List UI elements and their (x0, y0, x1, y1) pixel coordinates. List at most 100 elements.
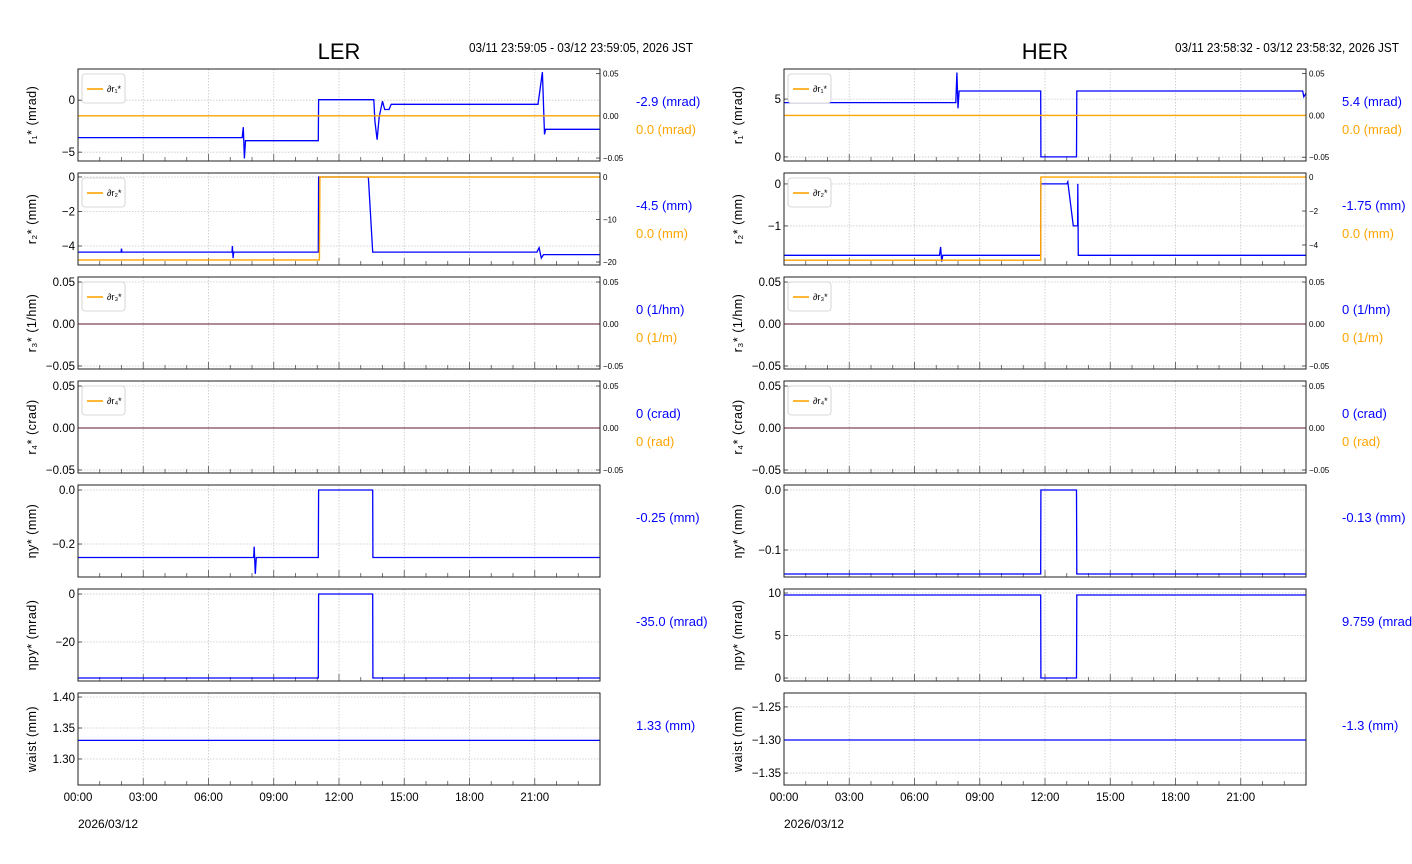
legend: ∂r₁* (81, 73, 126, 104)
ler-chart: LER 03/11 23:59:05 - 03/12 23:59:05, 2026… (25, 39, 708, 831)
legend: ∂r₄* (787, 385, 832, 416)
x-tick-label: 03:00 (129, 792, 158, 804)
panel-r3: 0.05 0.00 −0.05 0.05 0.00 −0.05 ∂r₃* r₃* (1/hm)… (731, 276, 1390, 373)
right-y-tick-label: −10 (603, 216, 617, 225)
y-tick-label: 0 (775, 152, 781, 164)
y-axis-label: ηpy* (mrad) (25, 600, 39, 671)
current-value-readout: 0 (1/m) (1342, 330, 1383, 345)
x-tick-label: 18:00 (455, 792, 484, 804)
current-value-readout: -0.13 (mm) (1342, 510, 1406, 525)
right-y-tick-label: −0.05 (603, 466, 624, 475)
right-y-tick-label: 0.00 (1309, 424, 1325, 433)
panel-eta_py: 10 5 0 ηpy* (mrad) 9.759 (mrad) (731, 588, 1412, 685)
right-y-tick-label: −0.05 (1309, 153, 1330, 162)
y-tick-label: −20 (55, 637, 75, 649)
panel-r2: 0 −1 0 −2 −4 ∂r₂* r₂* (mm) -1.75 (mm) 0.0 (mm) (731, 172, 1406, 266)
time-range-label: 03/11 23:59:05 - 03/12 23:59:05, 2026 JS… (469, 41, 693, 55)
y-tick-label: 5 (775, 631, 781, 643)
right-y-tick-label: 0.00 (603, 424, 619, 433)
current-value-readout: 9.759 (mrad) (1342, 614, 1412, 629)
panel-r4: 0.05 0.00 −0.05 0.05 0.00 −0.05 ∂r₄* r₄* (crad)… (731, 380, 1387, 477)
x-tick-label: 12:00 (1031, 792, 1060, 804)
panel-waist: −1.25 −1.30 −1.35 waist (mm) -1.3 (mm) 00:00 0… (731, 692, 1398, 831)
x-tick-label: 18:00 (1161, 792, 1190, 804)
y-tick-label: −1.30 (752, 735, 781, 747)
y-tick-label: −5 (62, 147, 75, 159)
current-value-readout: 1.33 (mm) (636, 718, 695, 733)
right-y-tick-label: 0.00 (603, 112, 619, 121)
current-value-readout: 0 (rad) (636, 434, 674, 449)
y-tick-label: −1.25 (752, 702, 781, 714)
x-tick-label: 12:00 (325, 792, 354, 804)
right-y-tick-label: 0.00 (1309, 111, 1325, 120)
x-tick-label: 06:00 (900, 792, 929, 804)
y-tick-label: −0.05 (46, 465, 75, 477)
panel-r2: 0 −2 −4 0 −10 −20 ∂r₂* r₂* (mm) -4.5 (mm) 0.0 (mm… (25, 172, 692, 267)
y-tick-label: 0 (775, 179, 781, 191)
current-value-readout: -0.25 (mm) (636, 510, 700, 525)
right-y-tick-label: −0.05 (1309, 466, 1330, 475)
x-tick-label: 21:00 (1226, 792, 1255, 804)
right-y-tick-label: −0.05 (603, 362, 624, 371)
y-axis-label: waist (mm) (25, 706, 39, 773)
right-y-tick-label: −0.05 (603, 154, 624, 163)
x-tick-label: 00:00 (64, 792, 93, 804)
legend-label: ∂r₂* (107, 188, 122, 198)
y-tick-label: 0.00 (53, 423, 75, 435)
right-y-tick-label: 0.05 (1309, 382, 1325, 391)
right-y-tick-label: 0 (1309, 173, 1314, 182)
y-axis-label: waist (mm) (731, 706, 745, 773)
y-axis-label: ηy* (mm) (25, 504, 39, 559)
y-axis-label: r₃* (1/hm) (731, 294, 745, 353)
date-label: 2026/03/12 (78, 817, 138, 831)
x-tick-label: 09:00 (259, 792, 288, 804)
current-value-readout: 0 (1/hm) (1342, 302, 1390, 317)
y-tick-label: 0.00 (759, 319, 781, 331)
x-tick-label: 00:00 (770, 792, 799, 804)
current-value-readout: 0 (crad) (1342, 406, 1387, 421)
legend-label: ∂r₃* (813, 292, 828, 302)
x-tick-label: 09:00 (965, 792, 994, 804)
y-tick-label: 0.00 (759, 423, 781, 435)
legend: ∂r₂* (81, 177, 126, 208)
current-value-readout: -35.0 (mrad) (636, 614, 708, 629)
legend-label: ∂r₃* (107, 292, 122, 302)
y-axis-label: r₄* (crad) (731, 399, 745, 454)
y-tick-label: −0.05 (752, 465, 781, 477)
panel-r3: 0.05 0.00 −0.05 0.05 0.00 −0.05 ∂r₃* r₃* (1/hm)… (25, 276, 684, 373)
time-range-label: 03/11 23:58:32 - 03/12 23:58:32, 2026 JS… (1175, 41, 1399, 55)
y-tick-label: −0.2 (52, 539, 75, 551)
y-tick-label: −2 (62, 206, 75, 218)
right-y-tick-label: 0.05 (603, 70, 619, 79)
right-y-tick-label: 0.05 (603, 382, 619, 391)
legend: ∂r₂* (787, 177, 832, 208)
panel-waist: 1.40 1.35 1.30 waist (mm) 1.33 (mm) 00:00 03:0… (25, 692, 695, 831)
x-tick-label: 15:00 (390, 792, 419, 804)
y-tick-label: 0.00 (53, 319, 75, 331)
chart-title: LER (318, 39, 361, 64)
chart-title: HER (1022, 39, 1068, 64)
right-y-tick-label: −20 (603, 258, 617, 267)
y-tick-label: 0 (69, 172, 75, 184)
beam-parameter-figure: LER 03/11 23:59:05 - 03/12 23:59:05, 2026… (25, 39, 1412, 831)
x-tick-label: 21:00 (520, 792, 549, 804)
panel-eta_py: 0 −20 ηpy* (mrad) -35.0 (mrad) (25, 588, 708, 682)
panel-r1: 5 0 0.05 0.00 −0.05 ∂r₁* r₁* (mrad) 5.4 (mrad) 0… (731, 68, 1402, 164)
y-tick-label: −4 (62, 241, 76, 253)
y-tick-label: 0 (69, 589, 75, 601)
y-axis-label: ηy* (mm) (731, 504, 745, 559)
legend: ∂r₃* (787, 281, 832, 312)
y-tick-label: −0.05 (46, 361, 75, 373)
x-tick-label: 06:00 (194, 792, 223, 804)
legend-label: ∂r₄* (813, 396, 828, 406)
current-value-readout: -2.9 (mrad) (636, 94, 700, 109)
y-tick-label: −1 (768, 221, 781, 233)
y-axis-label: r₂* (mm) (25, 194, 39, 245)
right-y-tick-label: 0.05 (603, 278, 619, 287)
right-y-tick-label: −2 (1309, 207, 1319, 216)
panel-r1: 0 −5 0.05 0.00 −0.05 ∂r₁* r₁* (mrad) -2.9 (mrad… (25, 68, 700, 163)
current-value-readout: -4.5 (mm) (636, 198, 692, 213)
y-axis-label: r₂* (mm) (731, 194, 745, 245)
current-value-readout: -1.75 (mm) (1342, 198, 1406, 213)
right-y-tick-label: 0.05 (1309, 278, 1325, 287)
